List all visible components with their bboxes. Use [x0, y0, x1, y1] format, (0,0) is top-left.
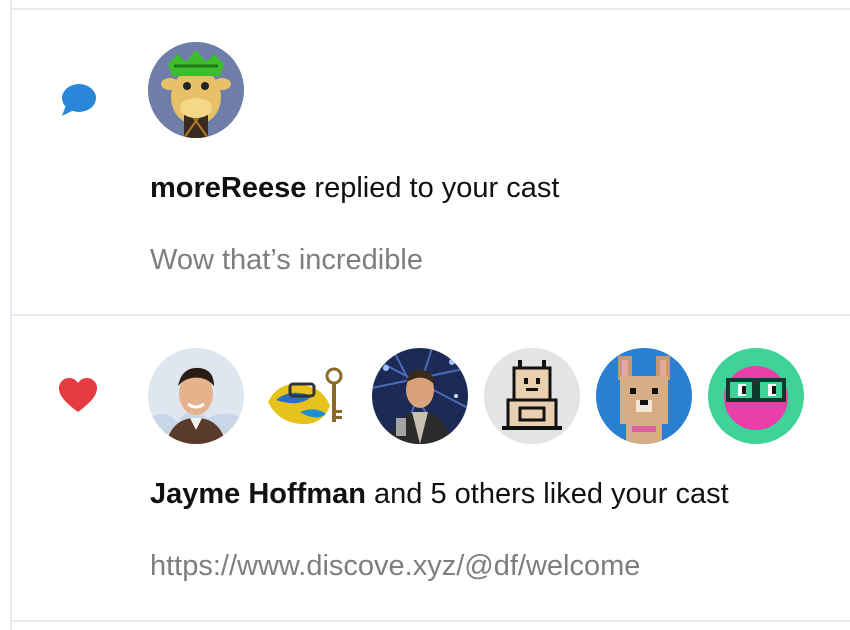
giraffe-avatar[interactable] — [148, 42, 244, 138]
avatar-group — [148, 42, 244, 138]
notification-headline: moreReese replied to your cast — [150, 172, 559, 205]
username-link[interactable]: Jayme Hoffman — [150, 478, 366, 510]
notification-action-text: and 5 others liked your cast — [365, 478, 729, 510]
divider-bottom — [12, 620, 850, 622]
notifications-feed: moreReese replied to your cast Wow that’… — [10, 0, 850, 630]
notification-reply[interactable]: moreReese replied to your cast Wow that’… — [12, 10, 850, 314]
avatar-group — [148, 348, 804, 444]
man-portrait-avatar[interactable] — [148, 348, 244, 444]
pink-glasses-avatar[interactable] — [708, 348, 804, 444]
cast-preview[interactable]: Wow that’s incredible — [150, 244, 423, 277]
heart-icon — [56, 374, 100, 418]
speech-bubble-icon — [56, 78, 100, 122]
cast-preview[interactable]: https://www.discove.xyz/@df/welcome — [150, 550, 640, 583]
notification-like[interactable]: Jayme Hoffman and 5 others liked your ca… — [12, 316, 850, 620]
pixel-robot-avatar[interactable] — [484, 348, 580, 444]
notification-action-text: replied to your cast — [306, 172, 560, 204]
man-at-event-avatar[interactable] — [372, 348, 468, 444]
yellow-key-creature-avatar[interactable] — [260, 348, 356, 444]
username-link[interactable]: moreReese — [150, 172, 306, 204]
pixel-dog-avatar[interactable] — [596, 348, 692, 444]
notification-headline: Jayme Hoffman and 5 others liked your ca… — [150, 478, 729, 511]
